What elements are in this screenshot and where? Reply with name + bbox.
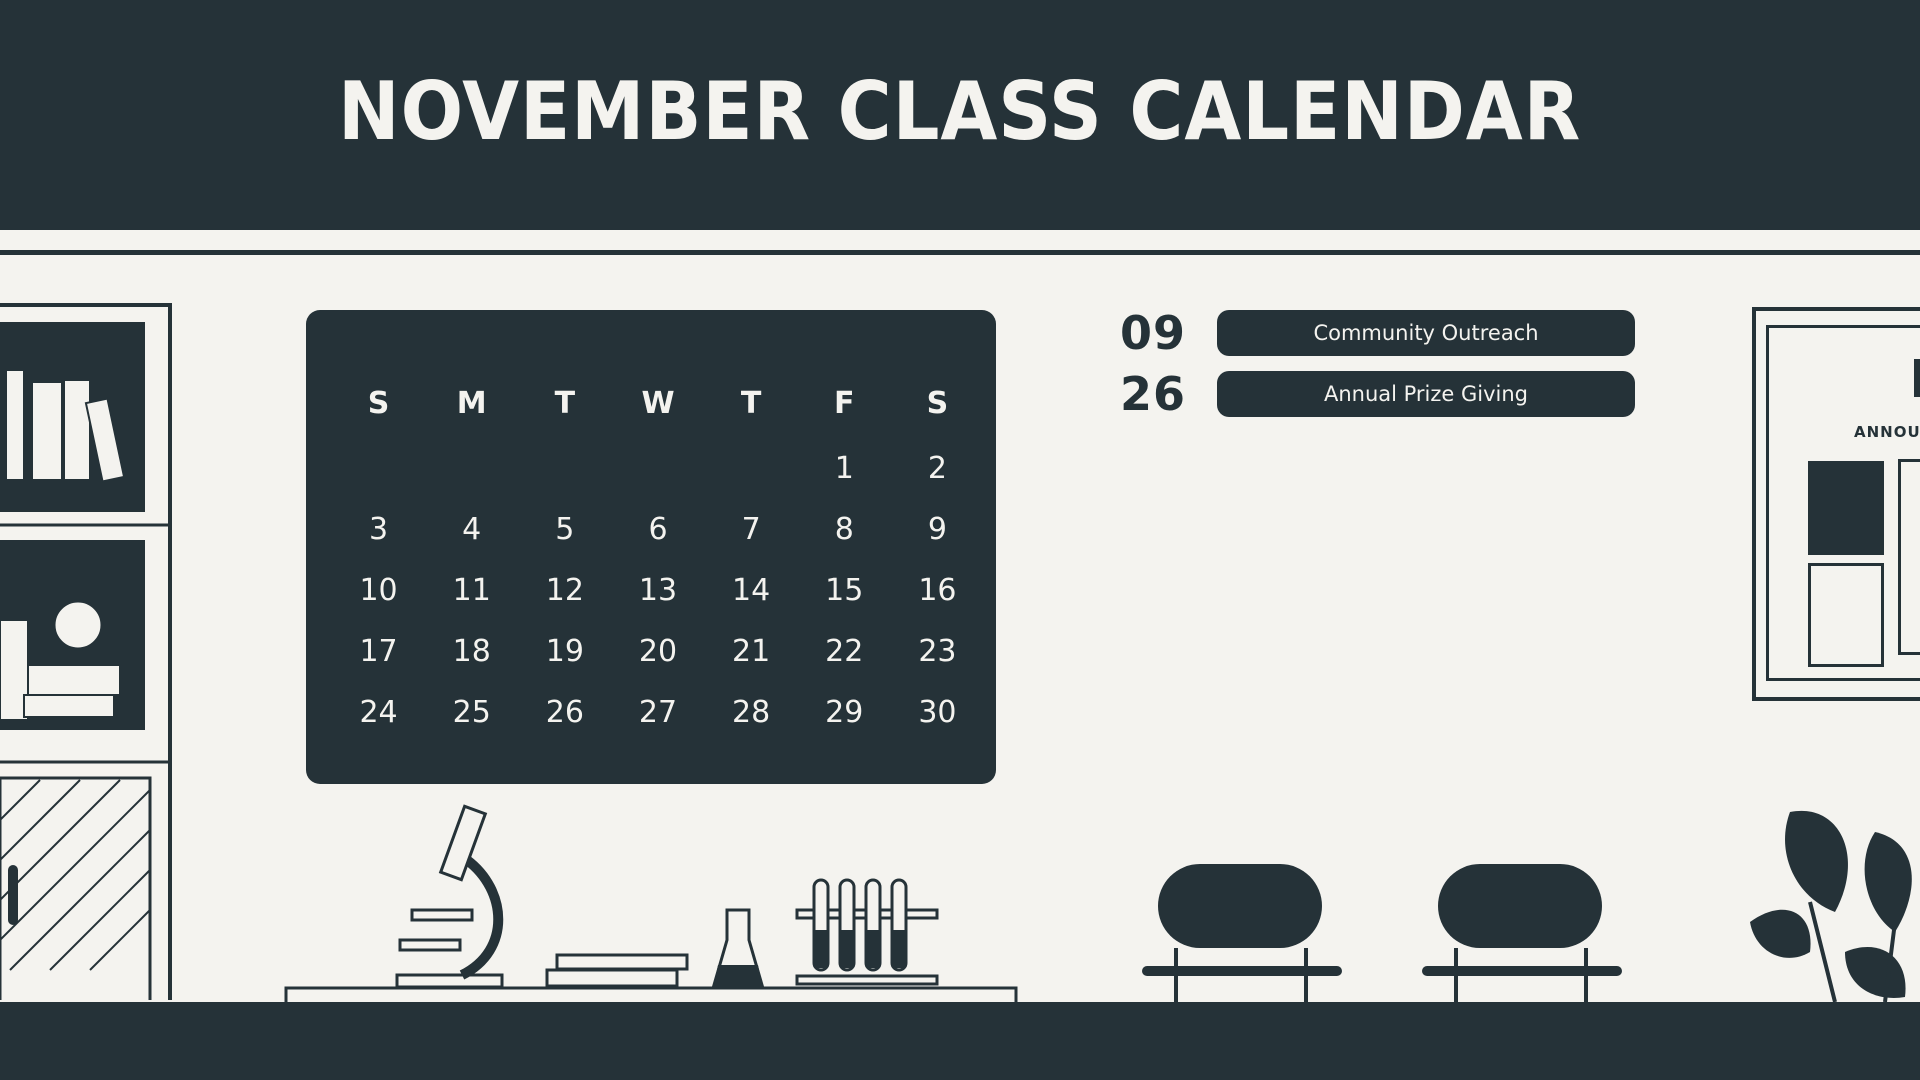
calendar-day — [611, 438, 704, 499]
calendar-day: 1 — [834, 451, 854, 486]
calendar-day: 7 — [741, 512, 761, 547]
calendar-day: 14 — [732, 573, 771, 608]
event-item: 09 Community Outreach — [1120, 306, 1635, 360]
bulletin-board-heading: ANNOUN — [1854, 423, 1920, 441]
calendar-day: 26 — [545, 695, 584, 730]
calendar-day — [705, 438, 798, 499]
page-title: NOVEMBER CLASS CALENDAR — [338, 64, 1582, 158]
calendar-day: 2 — [927, 451, 947, 486]
flask-icon — [712, 908, 764, 987]
calendar-day: 20 — [638, 634, 678, 669]
calendar-day: 27 — [638, 695, 678, 730]
calendar-day: 18 — [452, 634, 491, 669]
calendar-day: 10 — [359, 573, 398, 608]
calendar-day: 19 — [545, 634, 584, 669]
calendar-day: 23 — [918, 634, 957, 669]
calendar-day: 12 — [545, 573, 584, 608]
weekday-header: W — [641, 385, 675, 421]
calendar-grid: S M T W T F S 1 2 3 4 5 6 7 8 9 10 11 12… — [306, 310, 996, 784]
books-icon — [545, 953, 689, 988]
event-list: 09 Community Outreach 26 Annual Prize Gi… — [1120, 306, 1635, 430]
calendar-day: 16 — [918, 573, 957, 608]
calendar-day: 8 — [834, 512, 854, 547]
calendar-day: 11 — [452, 573, 491, 608]
weekday-header: T — [554, 385, 576, 421]
calendar-day: 21 — [732, 634, 771, 669]
calendar-day — [332, 438, 425, 499]
event-label: Annual Prize Giving — [1217, 371, 1635, 417]
plant-icon — [1750, 810, 1912, 1002]
calendar-day: 6 — [648, 512, 668, 547]
calendar-day: 9 — [927, 512, 947, 547]
calendar-day: 4 — [462, 512, 482, 547]
chair-icon — [1422, 864, 1622, 1002]
weekday-header: S — [367, 385, 390, 421]
event-date: 09 — [1120, 306, 1187, 360]
calendar-day: 25 — [452, 695, 491, 730]
calendar-day — [425, 438, 518, 499]
event-date: 26 — [1120, 367, 1187, 421]
calendar-day: 24 — [359, 695, 398, 730]
calendar-day: 17 — [359, 634, 398, 669]
calendar-day: 3 — [369, 512, 389, 547]
calendar-day: 15 — [825, 573, 864, 608]
test-tubes-icon — [795, 878, 939, 986]
calendar-day: 29 — [825, 695, 864, 730]
weekday-header: M — [456, 385, 487, 421]
bulletin-board-icon: ANNOUN — [1752, 307, 1920, 701]
event-label: Community Outreach — [1217, 310, 1635, 356]
event-item: 26 Annual Prize Giving — [1120, 367, 1635, 421]
calendar-day — [518, 438, 611, 499]
calendar-day: 28 — [732, 695, 771, 730]
weekday-header: S — [926, 385, 949, 421]
weekday-header: T — [740, 385, 762, 421]
header-divider-line — [0, 250, 1920, 255]
calendar-day: 30 — [918, 695, 957, 730]
bookshelf-icon — [0, 303, 172, 1000]
chair-icon — [1142, 864, 1342, 1002]
lab-bench-icon — [284, 804, 1018, 1008]
calendar-day: 13 — [638, 573, 678, 608]
calendar-day: 22 — [825, 634, 864, 669]
calendar-day: 5 — [555, 512, 575, 547]
header-banner: NOVEMBER CLASS CALENDAR — [0, 0, 1920, 230]
weekday-header: F — [834, 385, 855, 421]
microscope-icon — [395, 804, 504, 989]
footer-bar — [0, 1002, 1920, 1080]
